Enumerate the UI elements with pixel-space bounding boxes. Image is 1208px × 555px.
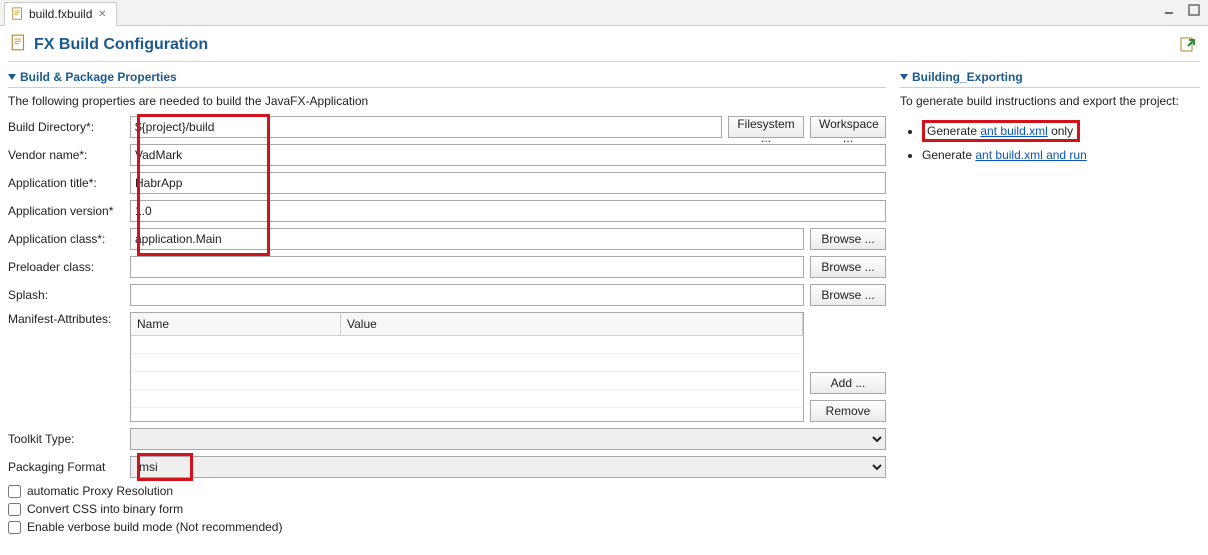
filesystem-button[interactable]: Filesystem ... [728, 116, 804, 138]
table-header-value: Value [341, 313, 803, 335]
generate-ant-build-and-run-link[interactable]: ant build.xml and run [975, 148, 1086, 162]
label-application-class: Application class*: [8, 232, 124, 246]
toolkit-type-select[interactable] [130, 428, 886, 450]
maximize-icon[interactable] [1186, 2, 1202, 18]
vendor-name-input[interactable] [130, 144, 886, 166]
manifest-attributes-table[interactable]: Name Value [130, 312, 804, 422]
section-building-exporting[interactable]: Building_Exporting [900, 68, 1200, 88]
label-vendor-name: Vendor name*: [8, 148, 124, 162]
splash-input[interactable] [130, 284, 804, 306]
section-title: Build & Package Properties [20, 70, 177, 84]
workspace-button[interactable]: Workspace ... [810, 116, 886, 138]
twisty-down-icon [900, 74, 908, 80]
page-header: FX Build Configuration [0, 26, 1208, 61]
export-option: Generate ant build.xml and run [922, 148, 1200, 162]
verbose-build-checkbox[interactable] [8, 521, 21, 534]
section-description: The following properties are needed to b… [8, 92, 886, 116]
close-icon[interactable]: ✕ [96, 8, 108, 20]
automatic-proxy-checkbox[interactable] [8, 485, 21, 498]
editor-tab-build-fxbuild[interactable]: build.fxbuild ✕ [4, 2, 117, 26]
table-header-name: Name [131, 313, 341, 335]
section-title: Building_Exporting [912, 70, 1023, 84]
verbose-build-label: Enable verbose build mode (Not recommend… [27, 520, 282, 534]
section-build-package-properties[interactable]: Build & Package Properties [8, 68, 886, 88]
generate-ant-build-only-link[interactable]: ant build.xml [980, 124, 1047, 138]
label-preloader-class: Preloader class: [8, 260, 124, 274]
export-option: Generate ant build.xml only [922, 120, 1200, 142]
fxbuild-file-icon [11, 7, 25, 21]
application-title-input[interactable] [130, 172, 886, 194]
minimize-icon[interactable] [1162, 2, 1178, 18]
browse-button[interactable]: Browse ... [810, 284, 886, 306]
application-class-input[interactable] [130, 228, 804, 250]
editor-tabbar: build.fxbuild ✕ [0, 0, 1208, 26]
table-row[interactable] [131, 390, 803, 408]
section-description: To generate build instructions and expor… [900, 92, 1200, 116]
browse-button[interactable]: Browse ... [810, 228, 886, 250]
twisty-down-icon [8, 74, 16, 80]
label-application-title: Application title*: [8, 176, 124, 190]
automatic-proxy-label: automatic Proxy Resolution [27, 484, 173, 498]
editor-tab-label: build.fxbuild [29, 7, 92, 21]
add-button[interactable]: Add ... [810, 372, 886, 394]
build-directory-input[interactable] [130, 116, 722, 138]
table-row[interactable] [131, 336, 803, 354]
label-manifest-attributes: Manifest-Attributes: [8, 312, 124, 326]
convert-css-label: Convert CSS into binary form [27, 502, 183, 516]
application-version-input[interactable] [130, 200, 886, 222]
label-splash: Splash: [8, 288, 124, 302]
label-toolkit-type: Toolkit Type: [8, 432, 124, 446]
convert-css-checkbox[interactable] [8, 503, 21, 516]
packaging-format-select[interactable]: msi [130, 456, 886, 478]
export-action-icon[interactable] [1178, 35, 1198, 55]
label-application-version: Application version* [8, 204, 124, 218]
browse-button[interactable]: Browse ... [810, 256, 886, 278]
table-row[interactable] [131, 372, 803, 390]
label-packaging-format: Packaging Format [8, 460, 124, 474]
page-title: FX Build Configuration [34, 36, 208, 54]
preloader-class-input[interactable] [130, 256, 804, 278]
fxbuild-file-icon [10, 34, 28, 55]
remove-button[interactable]: Remove [810, 400, 886, 422]
table-row[interactable] [131, 354, 803, 372]
highlight-frame: Generate ant build.xml only [922, 120, 1080, 142]
label-build-directory: Build Directory*: [8, 120, 124, 134]
